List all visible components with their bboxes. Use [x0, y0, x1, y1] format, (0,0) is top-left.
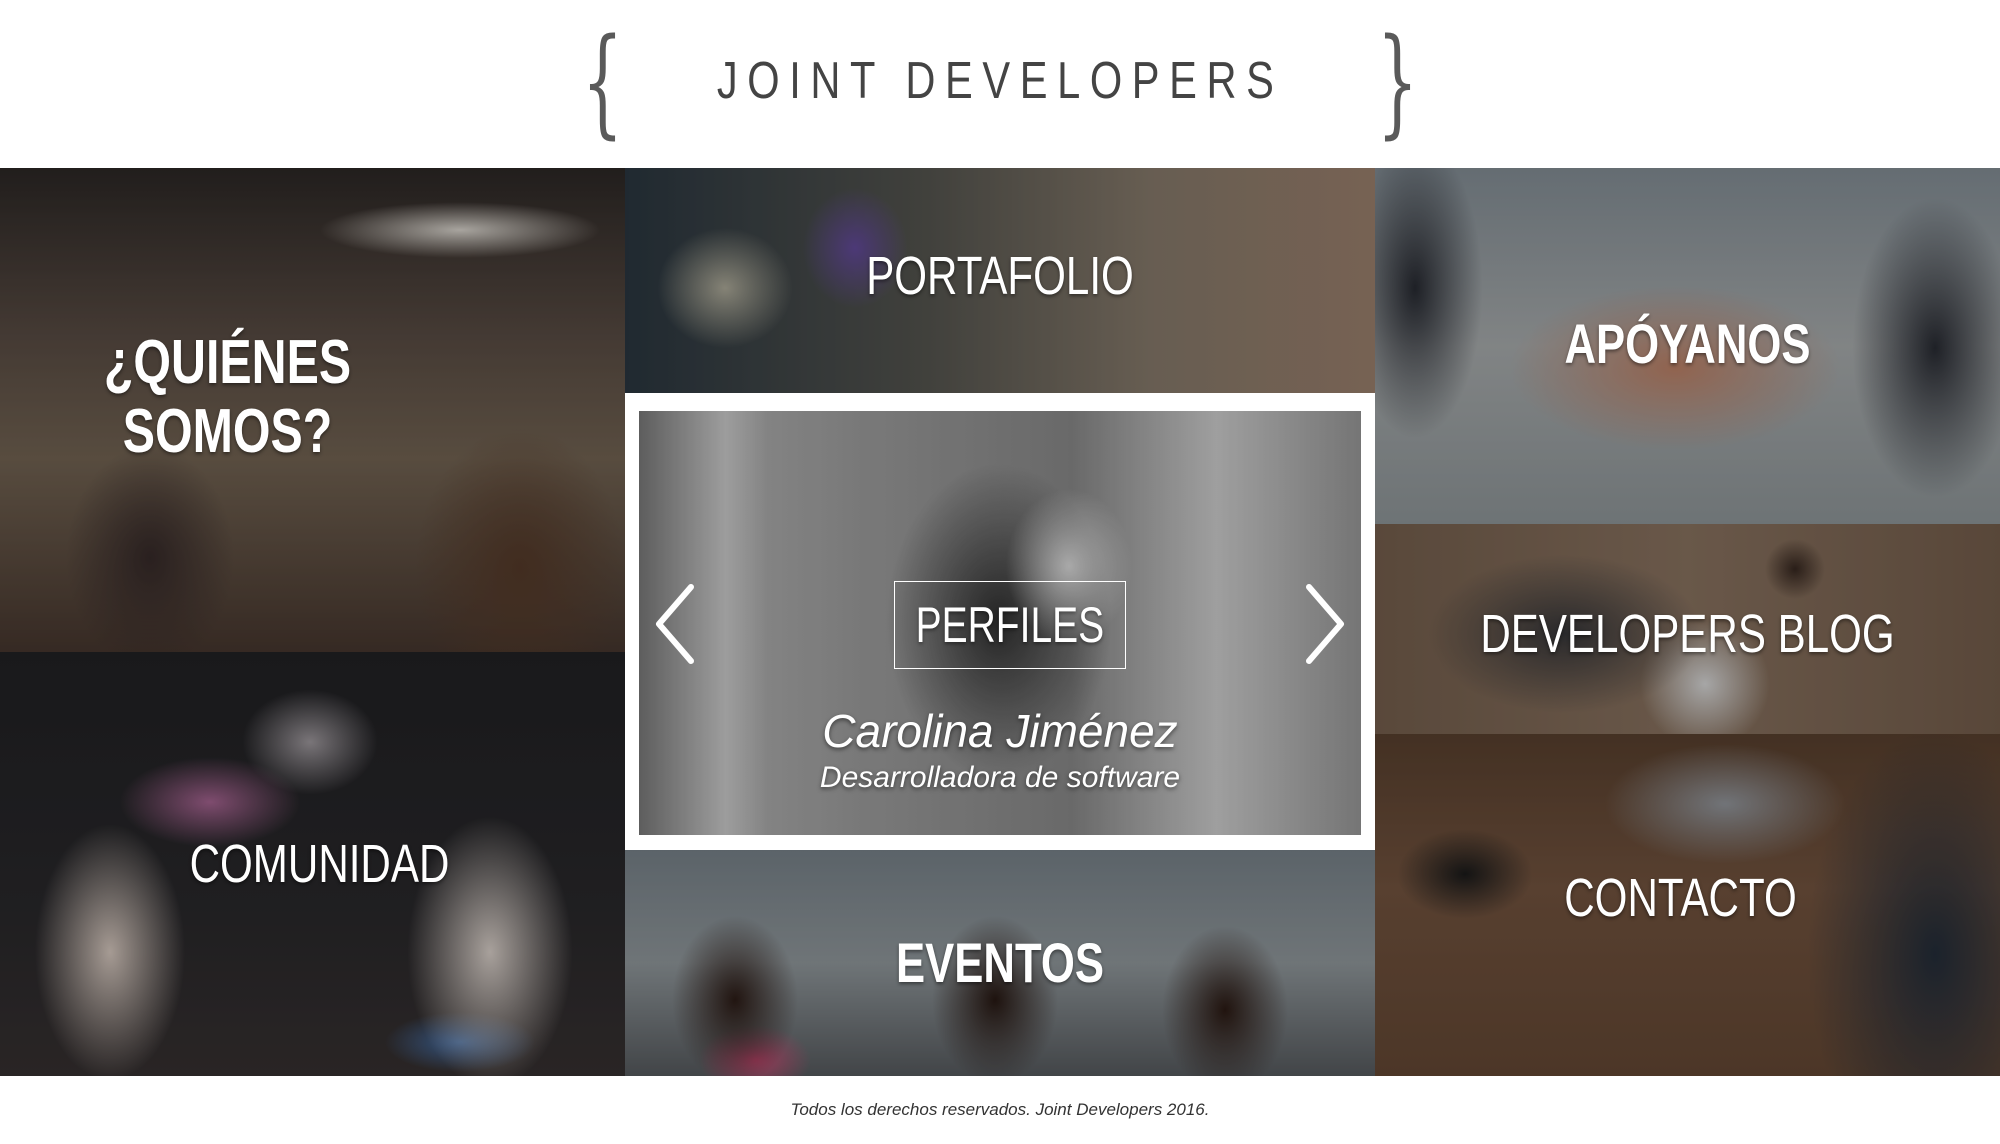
tile-comunidad[interactable]: COMUNIDAD — [0, 652, 625, 1076]
tile-label-comunidad: COMUNIDAD — [189, 834, 450, 894]
chevron-left-icon — [656, 584, 694, 664]
profile-photo: PERFILES Carolina Jiménez Desarrolladora… — [639, 411, 1361, 835]
tile-eventos[interactable]: EVENTOS — [625, 850, 1375, 1076]
logo-brace-left: { — [581, 12, 623, 150]
tile-label-quienes-somos: ¿QUIÉNES SOMOS? — [103, 328, 352, 467]
carousel-next-button[interactable] — [1293, 579, 1353, 669]
site-logo[interactable]: { JOINT DEVELOPERS } — [582, 22, 1419, 140]
profile-name: Carolina Jiménez — [822, 705, 1178, 757]
perfiles-title: PERFILES — [915, 597, 1105, 653]
tile-quienes-somos[interactable]: ¿QUIÉNES SOMOS? — [0, 168, 625, 652]
tile-contacto[interactable]: CONTACTO — [1375, 734, 2000, 1076]
tile-label-portafolio: PORTAFOLIO — [866, 246, 1134, 306]
tile-label-eventos: EVENTOS — [896, 931, 1104, 994]
carousel-prev-button[interactable] — [647, 579, 707, 669]
tile-label-developers-blog: DEVELOPERS BLOG — [1480, 604, 1895, 664]
profile-role: Desarrolladora de software — [819, 761, 1181, 794]
tile-developers-blog[interactable]: DEVELOPERS BLOG — [1375, 524, 2000, 734]
footer-copyright: Todos los derechos reservados. Joint Dev… — [790, 1100, 1210, 1119]
logo-brace-right: } — [1377, 12, 1419, 150]
chevron-right-icon — [1306, 584, 1344, 664]
perfiles-button[interactable]: PERFILES — [894, 581, 1126, 669]
page: { JOINT DEVELOPERS } ¿QUIÉNES SOMOS? POR… — [0, 0, 2000, 1144]
tile-label-contacto: CONTACTO — [1564, 868, 1797, 928]
logo-text: JOINT DEVELOPERS — [716, 52, 1284, 110]
tile-apoyanos[interactable]: APÓYANOS — [1375, 168, 2000, 524]
tile-portafolio[interactable]: PORTAFOLIO — [625, 168, 1375, 393]
tile-label-apoyanos: APÓYANOS — [1564, 312, 1811, 375]
perfiles-carousel: PERFILES Carolina Jiménez Desarrolladora… — [625, 393, 1375, 850]
